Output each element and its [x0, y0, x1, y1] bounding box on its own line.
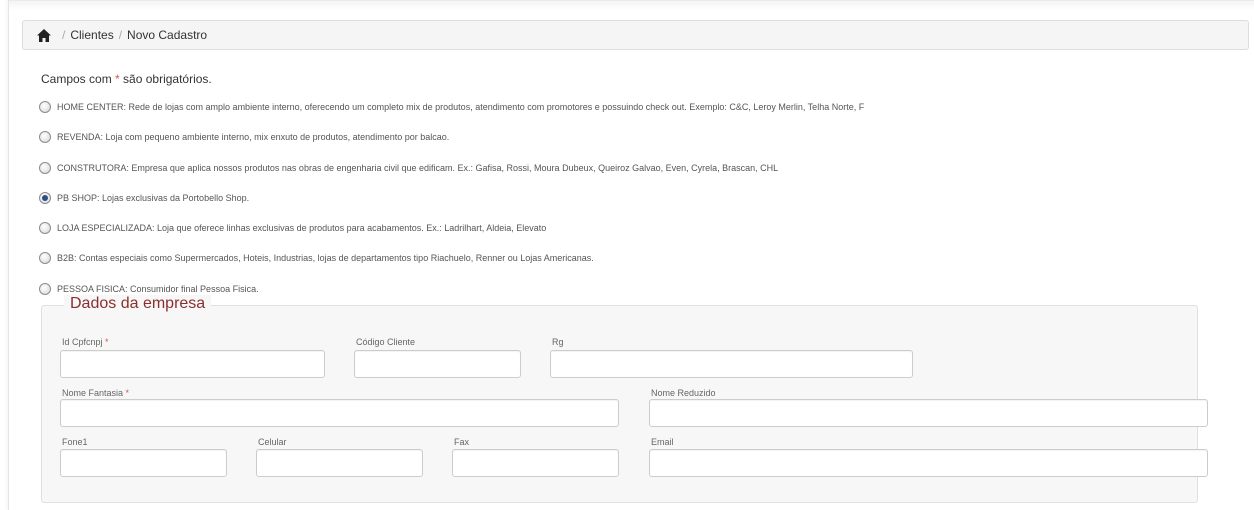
radio-b2b[interactable]: B2B: Contas especiais como Supermercados…: [39, 252, 594, 264]
codigo-cliente-input[interactable]: [354, 350, 521, 378]
nome-fantasia-input[interactable]: [60, 399, 619, 427]
radio-construtora[interactable]: CONSTRUTORA: Empresa que aplica nossos p…: [39, 162, 778, 174]
fone1-label: Fone1: [62, 437, 88, 447]
radio-button[interactable]: [39, 162, 51, 174]
page-content: / Clientes / Novo Cadastro Campos com * …: [8, 0, 1254, 510]
label-text: Id Cpfcnpj: [62, 337, 103, 347]
top-bar: [9, 0, 1254, 10]
radio-button[interactable]: [39, 222, 51, 234]
radio-button-checked[interactable]: [39, 192, 51, 204]
radio-home-center[interactable]: HOME CENTER: Rede de lojas com amplo amb…: [39, 101, 864, 113]
radio-label: PESSOA FISICA: Consumidor final Pessoa F…: [57, 284, 259, 294]
fax-input[interactable]: [452, 449, 619, 477]
celular-input[interactable]: [256, 449, 423, 477]
radio-button[interactable]: [39, 101, 51, 113]
radio-pessoa-fisica[interactable]: PESSOA FISICA: Consumidor final Pessoa F…: [39, 283, 259, 295]
radio-pb-shop[interactable]: PB SHOP: Lojas exclusivas da Portobello …: [39, 192, 249, 204]
radio-label: B2B: Contas especiais como Supermercados…: [57, 253, 594, 263]
radio-label: REVENDA: Loja com pequeno ambiente inter…: [57, 132, 450, 142]
home-icon[interactable]: [37, 28, 51, 42]
email-label: Email: [651, 437, 674, 447]
radio-label: PB SHOP: Lojas exclusivas da Portobello …: [57, 193, 250, 203]
breadcrumb-separator: /: [118, 28, 123, 42]
id-cpfcnpj-input[interactable]: [60, 350, 325, 378]
breadcrumb-clientes[interactable]: Clientes: [70, 28, 113, 42]
radio-loja-especializada[interactable]: LOJA ESPECIALIZADA: Loja que oferece lin…: [39, 222, 546, 234]
breadcrumb-novo-cadastro: Novo Cadastro: [127, 28, 208, 42]
section-title: Dados da empresa: [64, 295, 212, 313]
label-text: Nome Fantasia: [62, 388, 124, 398]
required-fields-note: Campos com * são obrigatórios.: [41, 72, 212, 86]
celular-label: Celular: [258, 437, 287, 447]
required-note-prefix: Campos com: [41, 72, 116, 86]
required-note-suffix: são obrigatórios.: [119, 72, 212, 86]
nome-fantasia-label: Nome Fantasia *: [62, 388, 129, 398]
radio-button[interactable]: [39, 252, 51, 264]
nome-reduzido-label: Nome Reduzido: [651, 388, 716, 398]
fax-label: Fax: [454, 437, 470, 447]
fone1-input[interactable]: [60, 449, 227, 477]
rg-label: Rg: [552, 337, 564, 347]
breadcrumb: / Clientes / Novo Cadastro: [22, 20, 1249, 50]
radio-label: HOME CENTER: Rede de lojas com amplo amb…: [57, 102, 865, 112]
radio-label: LOJA ESPECIALIZADA: Loja que oferece lin…: [57, 223, 547, 233]
radio-button[interactable]: [39, 131, 51, 143]
required-star: *: [105, 337, 109, 347]
id-cpfcnpj-label: Id Cpfcnpj *: [62, 337, 109, 347]
required-star: *: [125, 388, 130, 398]
nome-reduzido-input[interactable]: [649, 399, 1208, 427]
radio-label: CONSTRUTORA: Empresa que aplica nossos p…: [57, 163, 779, 173]
radio-revenda[interactable]: REVENDA: Loja com pequeno ambiente inter…: [39, 131, 449, 143]
rg-input[interactable]: [550, 350, 913, 378]
radio-button[interactable]: [39, 283, 51, 295]
email-input[interactable]: [649, 449, 1208, 477]
breadcrumb-separator: /: [62, 28, 66, 42]
codigo-cliente-label: Código Cliente: [356, 337, 416, 347]
